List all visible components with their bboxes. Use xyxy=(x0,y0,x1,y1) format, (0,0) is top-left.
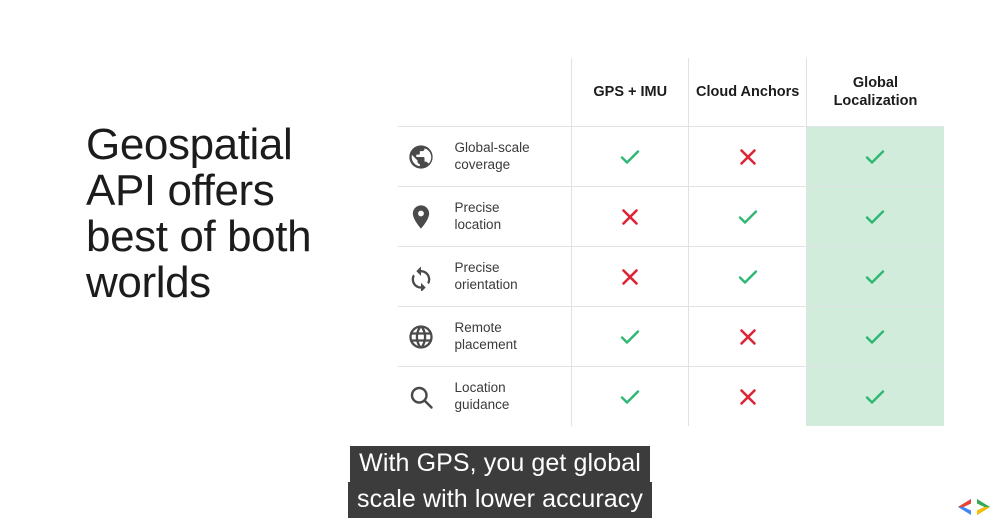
cross-icon xyxy=(618,205,642,229)
check-icon xyxy=(863,265,887,289)
subtitle-caption: With GPS, you get global scale with lowe… xyxy=(0,446,1000,518)
header-label-spacer xyxy=(444,58,572,127)
cell-gps-imu-global-scale-coverage xyxy=(571,126,689,187)
cell-gps-imu-remote-placement xyxy=(571,306,689,367)
cross-icon xyxy=(618,265,642,289)
subtitle-caption-line-1: With GPS, you get global xyxy=(350,446,650,482)
cell-cloud-anchors-precise-location xyxy=(688,186,807,247)
row-icon-cell xyxy=(398,126,445,187)
row-icon-cell xyxy=(398,186,445,247)
row-label-location-guidance: Location guidance xyxy=(445,367,572,427)
table-row: Precise location xyxy=(398,186,944,247)
check-icon xyxy=(736,205,760,229)
header-icon-spacer xyxy=(398,58,445,127)
feature-comparison-table: GPS + IMU Cloud Anchors Global Localizat… xyxy=(398,58,944,426)
cell-global-localization-global-scale-coverage xyxy=(805,126,944,187)
globe-grid-icon xyxy=(407,323,435,351)
row-label-line2: coverage xyxy=(454,156,511,172)
cell-global-localization-location-guidance xyxy=(805,366,944,426)
check-icon xyxy=(863,325,887,349)
row-label-line2: location xyxy=(454,216,502,232)
table-row: Global-scale coverage xyxy=(398,126,944,187)
cross-icon xyxy=(736,325,760,349)
row-label-precise-location: Precise location xyxy=(444,186,572,247)
row-label-global-scale-coverage: Global-scale coverage xyxy=(444,126,572,187)
page-title-line-3: best of both xyxy=(86,212,312,261)
row-label-precise-orientation: Precise orientation xyxy=(444,246,572,307)
cell-cloud-anchors-location-guidance xyxy=(688,366,807,426)
column-header-global-localization: Global Localization xyxy=(805,58,944,127)
cell-cloud-anchors-precise-orientation xyxy=(688,246,807,307)
column-header-global-localization-line1: Global xyxy=(852,75,899,91)
cell-gps-imu-precise-location xyxy=(571,186,689,247)
sync-rotate-icon xyxy=(407,263,435,292)
table-row: Precise orientation xyxy=(398,246,944,307)
row-label-line1: Precise xyxy=(454,200,500,215)
column-header-global-localization-line2: Localization xyxy=(833,93,918,109)
table-header-row: GPS + IMU Cloud Anchors Global Localizat… xyxy=(398,58,944,127)
row-icon-cell xyxy=(398,367,445,427)
cell-global-localization-precise-location xyxy=(805,186,944,247)
row-icon-cell xyxy=(398,306,445,367)
row-label-line2: guidance xyxy=(454,396,510,412)
check-icon xyxy=(618,325,642,349)
cell-gps-imu-location-guidance xyxy=(571,366,689,426)
magnifier-search-icon xyxy=(407,383,435,411)
cell-global-localization-precise-orientation xyxy=(805,246,944,307)
table-row: Remote placement xyxy=(398,306,944,367)
cell-gps-imu-precise-orientation xyxy=(571,246,689,307)
row-label-line2: placement xyxy=(454,336,517,352)
google-developers-code-icon xyxy=(957,497,991,517)
public-globe-icon xyxy=(407,143,435,171)
column-header-cloud-anchors: Cloud Anchors xyxy=(688,58,807,127)
cross-icon xyxy=(736,385,760,409)
row-label-line1: Precise xyxy=(454,260,500,275)
row-label-remote-placement: Remote placement xyxy=(444,306,572,367)
cell-cloud-anchors-global-scale-coverage xyxy=(688,126,807,187)
check-icon xyxy=(863,205,887,229)
check-icon xyxy=(618,385,642,409)
row-label-line1: Location xyxy=(454,380,506,395)
row-label-line1: Global-scale xyxy=(454,140,530,155)
page-title-line-1: Geospatial xyxy=(86,120,293,169)
subtitle-caption-line-2: scale with lower accuracy xyxy=(348,482,652,518)
check-icon xyxy=(736,265,760,289)
cell-cloud-anchors-remote-placement xyxy=(688,306,807,367)
cross-icon xyxy=(736,145,760,169)
row-icon-cell xyxy=(398,246,445,307)
check-icon xyxy=(618,145,642,169)
cell-global-localization-remote-placement xyxy=(805,306,944,367)
page-title-line-2: API offers xyxy=(86,166,275,215)
table-row: Location guidance xyxy=(398,366,944,427)
page-title-line-4: worlds xyxy=(86,258,211,307)
location-pin-icon xyxy=(407,203,435,231)
page-title: Geospatial API offers best of both world… xyxy=(86,122,386,306)
row-label-line2: orientation xyxy=(454,276,518,292)
column-header-gps-imu: GPS + IMU xyxy=(571,58,689,127)
check-icon xyxy=(863,145,887,169)
check-icon xyxy=(863,385,887,409)
row-label-line1: Remote xyxy=(454,320,502,335)
